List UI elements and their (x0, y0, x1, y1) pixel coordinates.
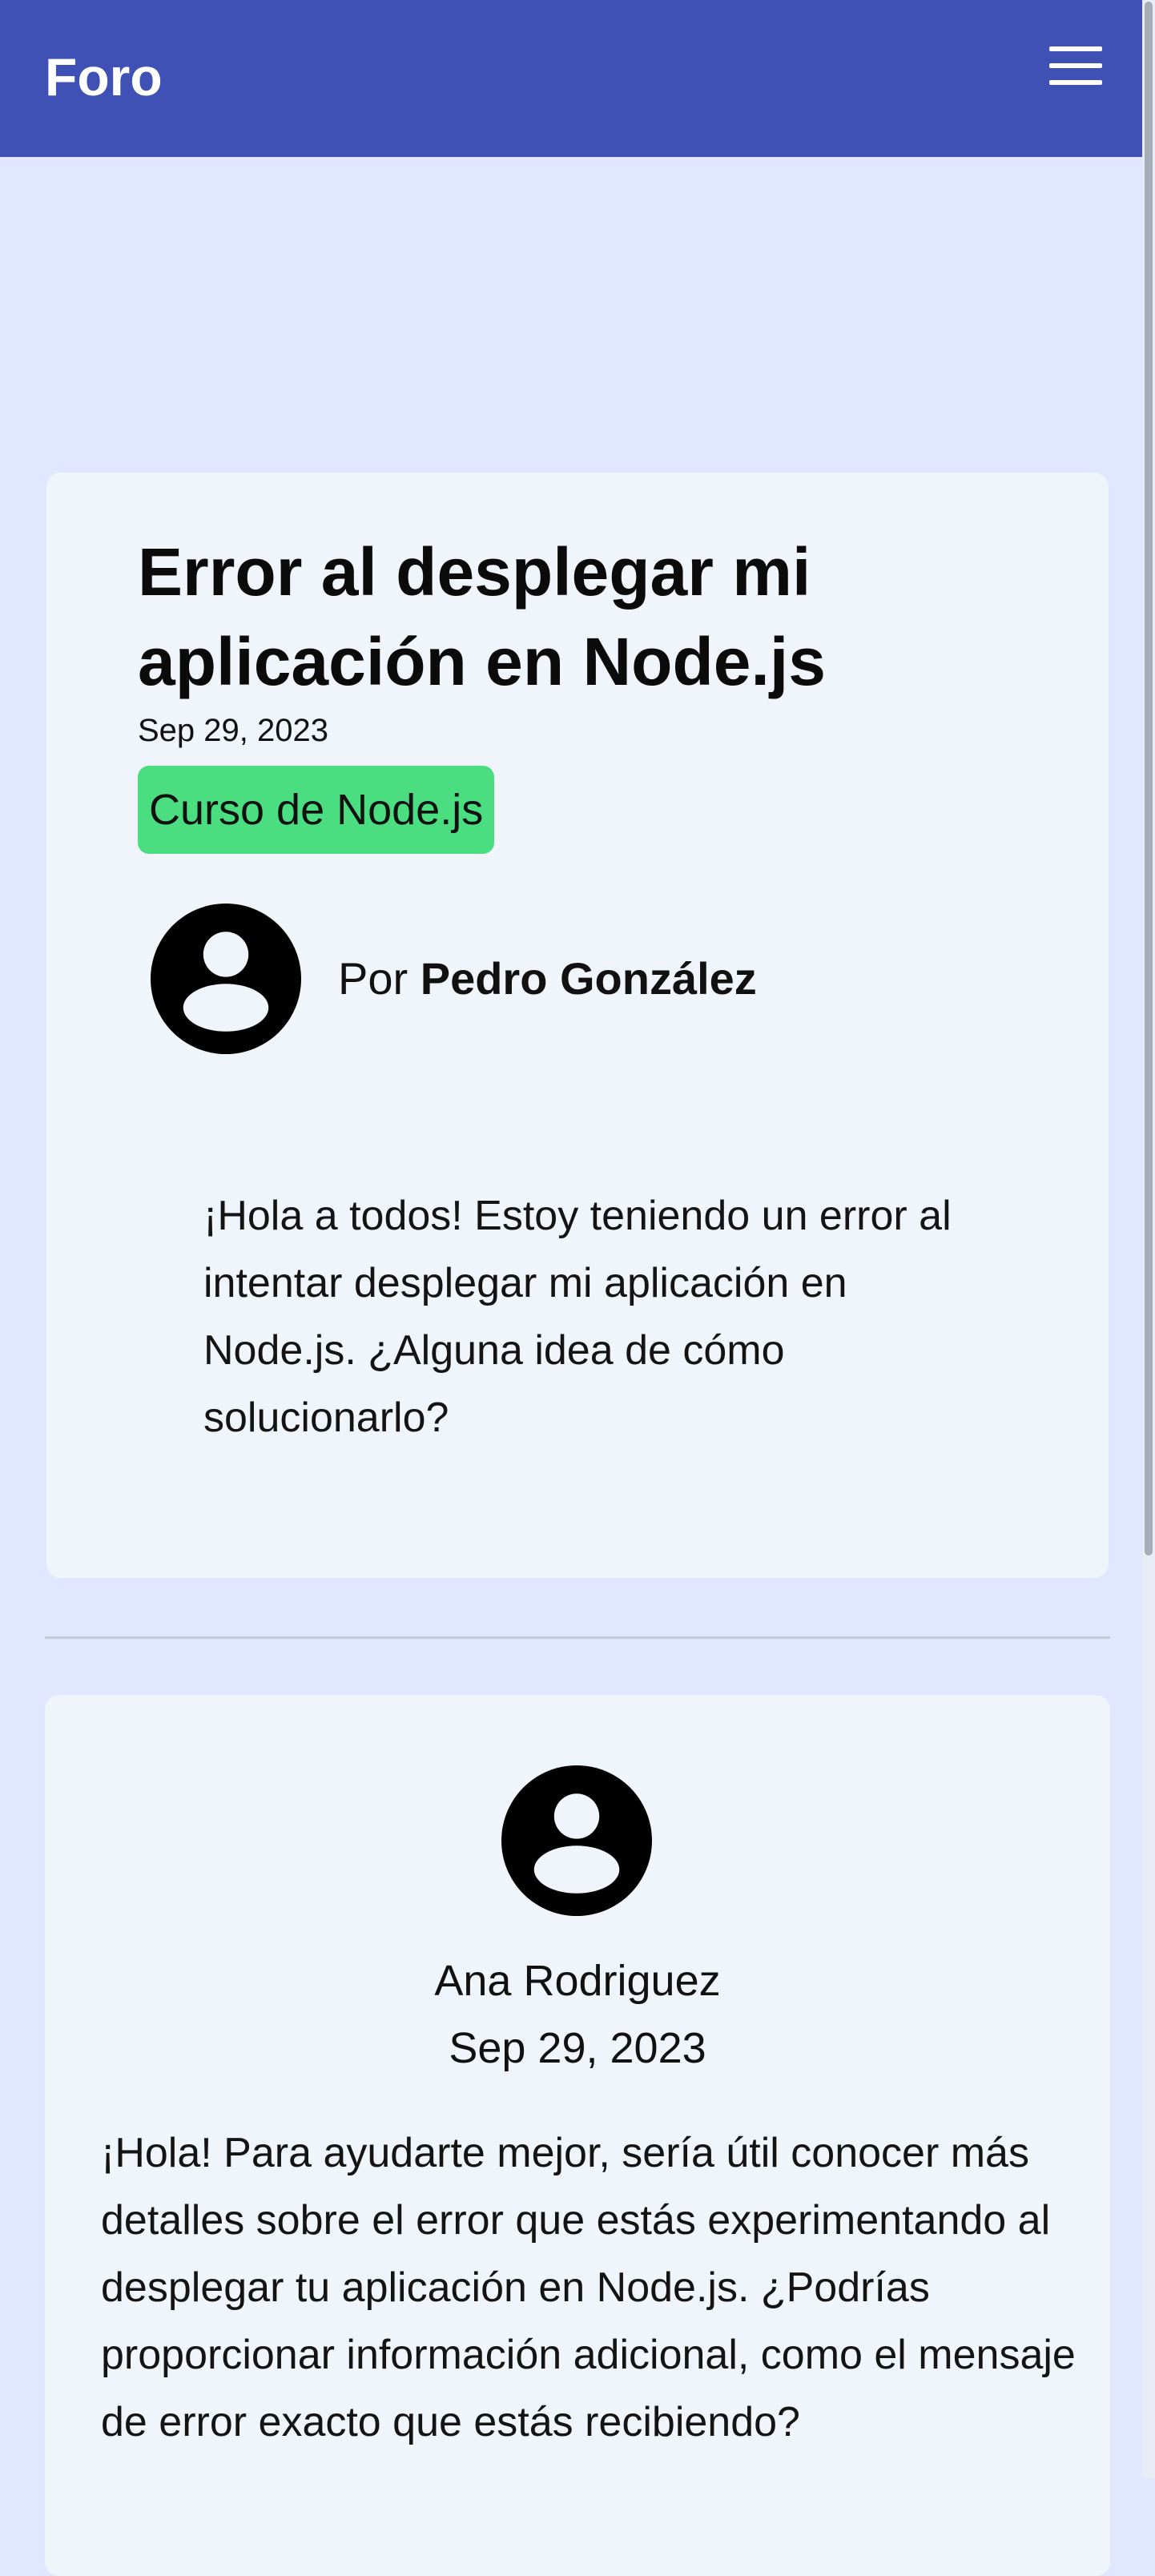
menu-line (1049, 46, 1102, 51)
post-author: Por Pedro González (338, 952, 757, 1006)
post-title: Error al desplegar mi aplicación en Node… (138, 534, 826, 699)
brand-title[interactable]: Foro (45, 45, 163, 109)
post-body: ¡Hola a todos! Estoy teniendo un error a… (203, 1193, 952, 1441)
author-prefix: Por (338, 953, 408, 1004)
menu-line (1049, 63, 1102, 68)
menu-line (1049, 80, 1102, 85)
course-badge[interactable]: Curso de Node.js (138, 766, 495, 854)
author-name[interactable]: Pedro González (421, 953, 757, 1004)
hamburger-menu-icon[interactable] (1049, 46, 1102, 85)
scrollbar-thumb[interactable] (1145, 2, 1153, 1556)
section-divider (45, 1636, 1110, 1639)
reply-date: Sep 29, 2023 (449, 2024, 706, 2072)
navbar: Foro (0, 0, 1142, 157)
post-date: Sep 29, 2023 (138, 713, 328, 748)
account-circle-icon (501, 1765, 652, 1916)
reply-author: Ana Rodriguez (434, 1957, 721, 2005)
reply-card: Ana Rodriguez Sep 29, 2023 ¡Hola! Para a… (45, 1695, 1110, 2576)
account-circle-icon (151, 904, 301, 1054)
post-card: Error al desplegar mi aplicación en Node… (46, 473, 1109, 1578)
reply-body: ¡Hola! Para ayudarte mejor, sería útil c… (101, 2130, 1076, 2445)
